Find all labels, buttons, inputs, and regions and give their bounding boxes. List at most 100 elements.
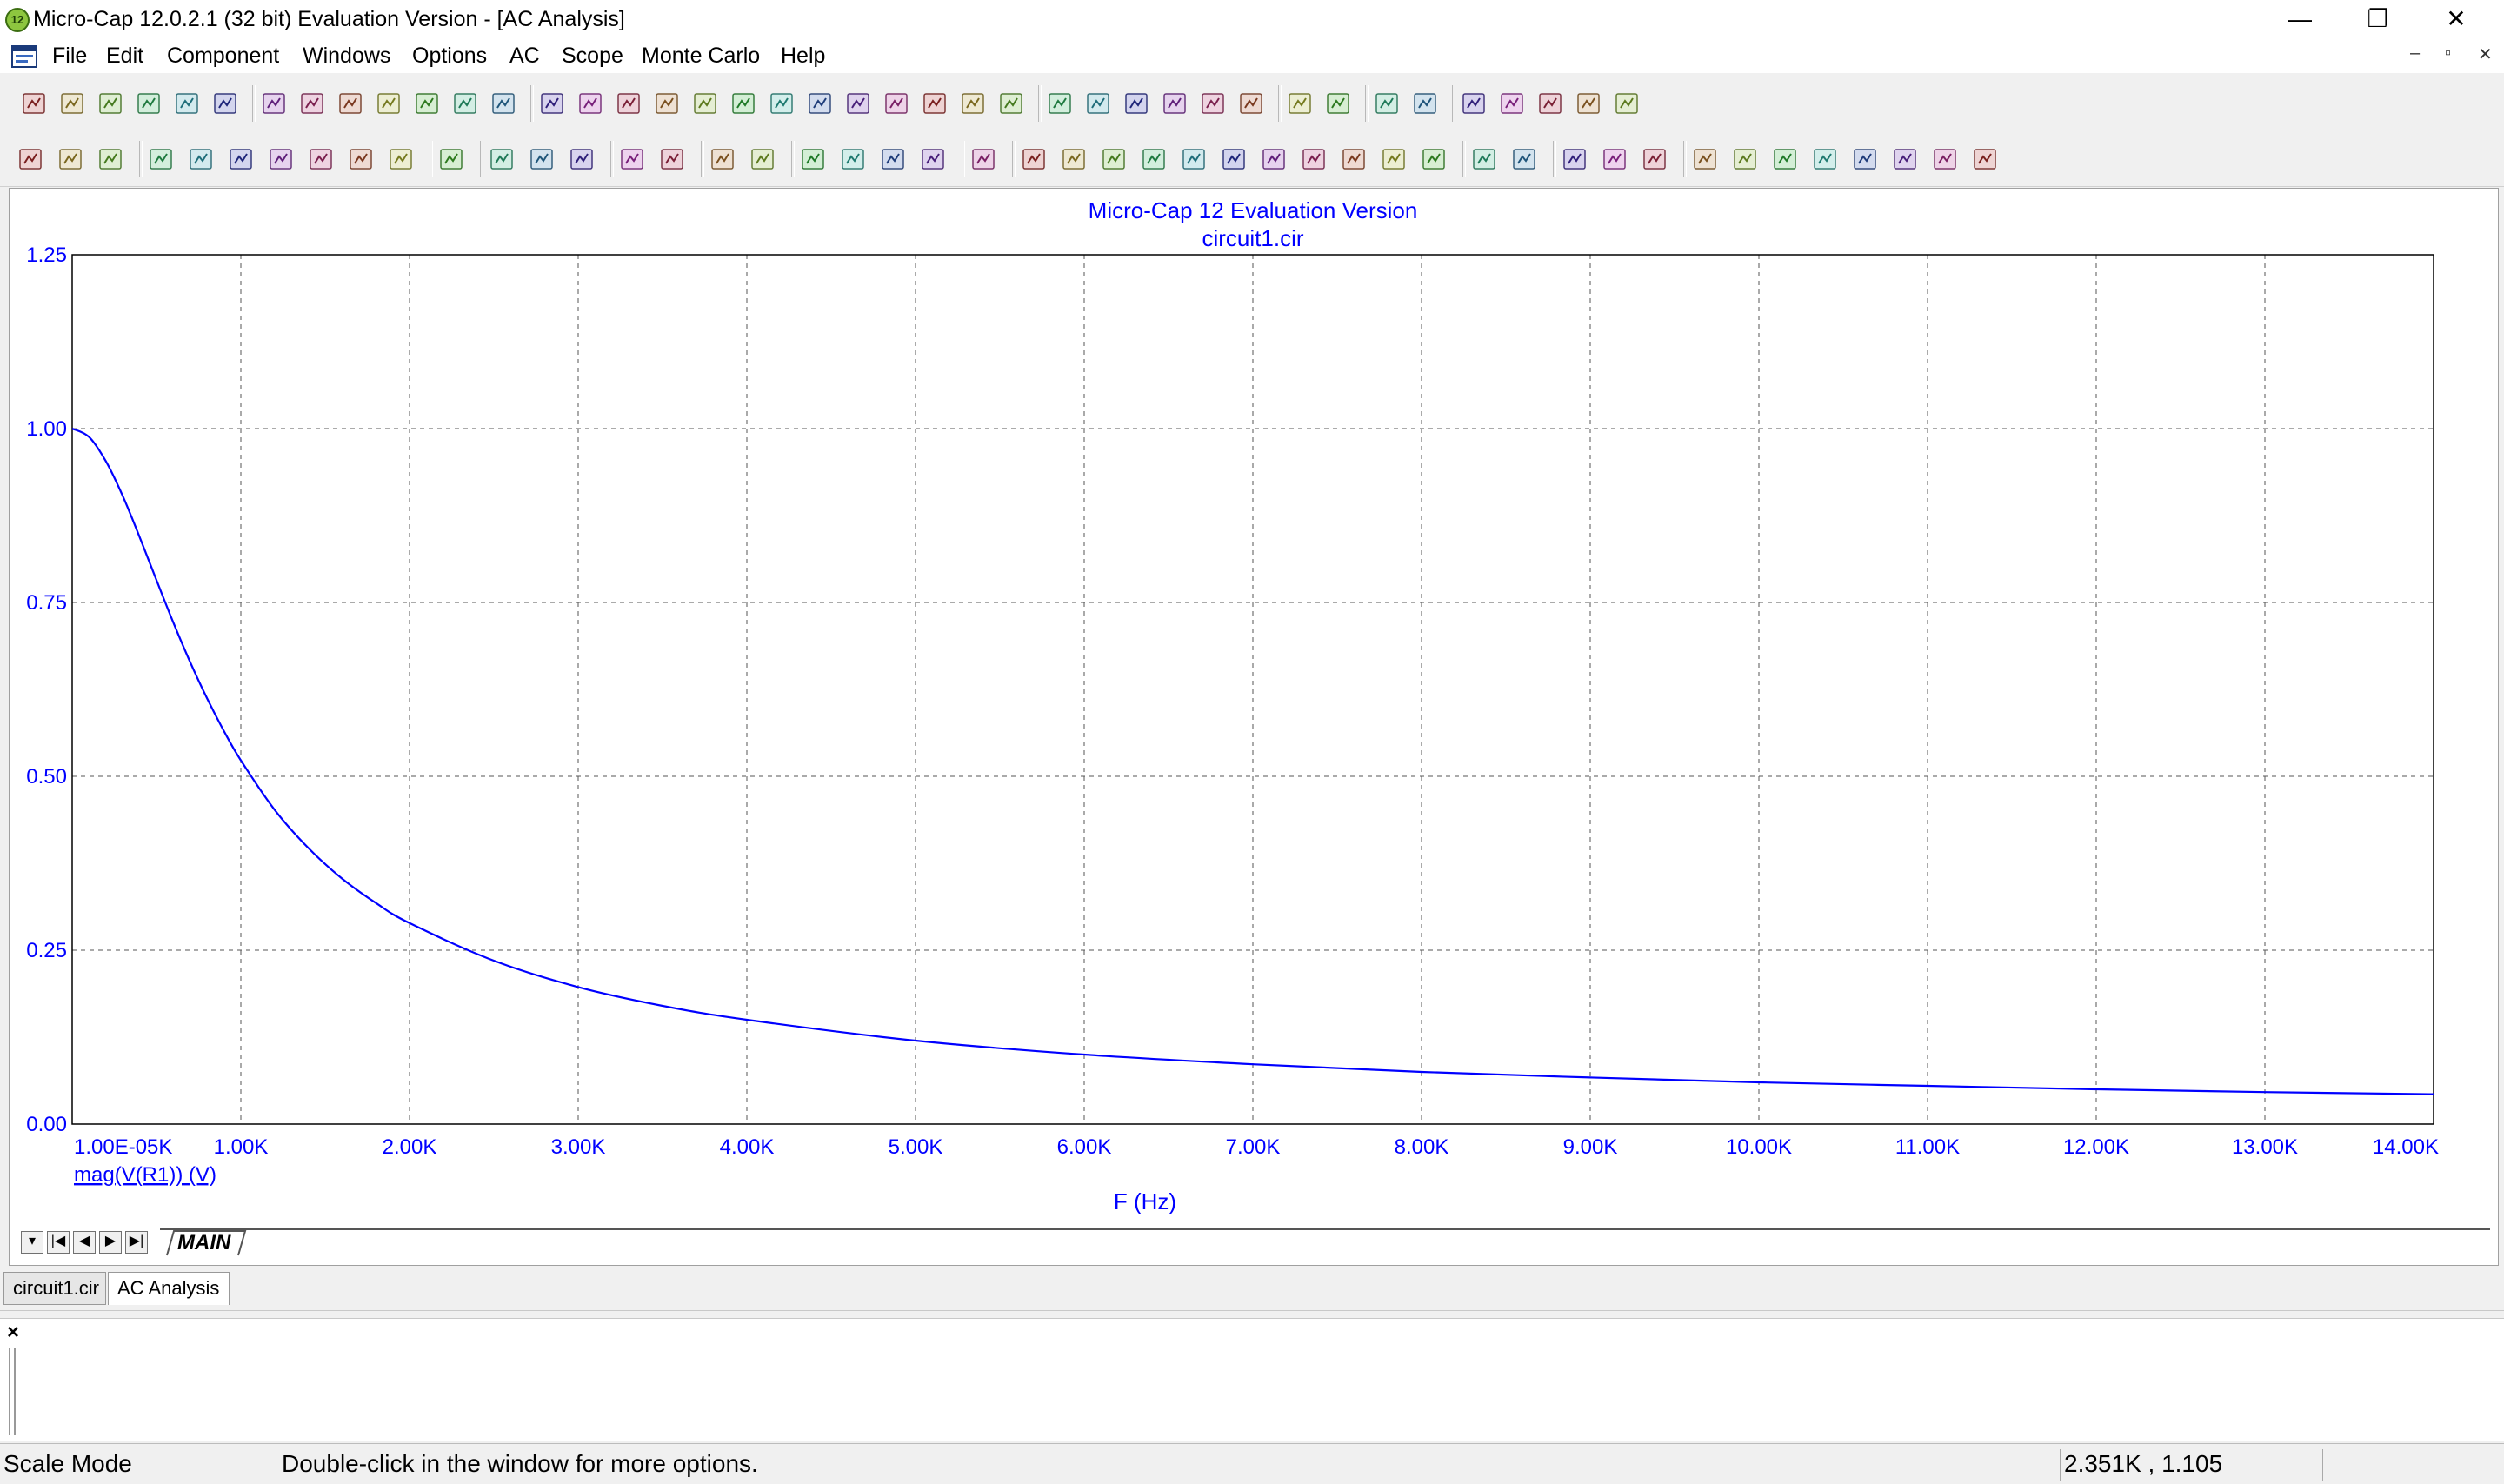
animate-icon[interactable] <box>1614 90 1640 116</box>
font-icon[interactable] <box>1852 146 1878 172</box>
graph-tool-icon[interactable] <box>619 146 645 172</box>
macro-icon[interactable] <box>845 90 871 116</box>
minor-grid-icon[interactable] <box>749 146 776 172</box>
select-all-icon[interactable] <box>490 90 516 116</box>
document-window-icon[interactable] <box>10 43 38 70</box>
open-icon[interactable] <box>59 90 85 116</box>
text-icon[interactable] <box>388 146 414 172</box>
check-icon[interactable] <box>1499 90 1525 116</box>
stop-icon[interactable] <box>529 146 555 172</box>
pane-grip-handle[interactable] <box>9 1348 16 1435</box>
tile-vertical-icon[interactable] <box>1047 90 1073 116</box>
sheet-first-button[interactable]: |◀ <box>47 1231 70 1254</box>
scale-icon[interactable] <box>97 146 123 172</box>
inductor-icon[interactable] <box>654 90 680 116</box>
pan-hand-icon[interactable] <box>57 146 83 172</box>
mdi-minimize-button[interactable]: – <box>2410 43 2420 63</box>
high-icon[interactable] <box>1141 146 1167 172</box>
run-icon[interactable] <box>489 146 515 172</box>
restore-limits-icon[interactable] <box>228 146 254 172</box>
tools-icon[interactable] <box>1537 90 1563 116</box>
sheet-menu-button[interactable]: ▾ <box>21 1231 43 1254</box>
menu-file[interactable]: File <box>52 43 87 69</box>
numeric-output-icon[interactable] <box>1562 146 1588 172</box>
mdi-close-button[interactable]: ✕ <box>2478 43 2493 65</box>
separate-icon[interactable] <box>970 146 996 172</box>
sheet-prev-button[interactable]: ◀ <box>73 1231 96 1254</box>
overlay-icon[interactable] <box>1602 146 1628 172</box>
transistor-icon[interactable] <box>730 90 756 116</box>
pane-close-icon[interactable]: × <box>7 1321 19 1345</box>
tab-circuit1[interactable]: circuit1.cir <box>3 1272 106 1305</box>
capacitor-icon[interactable] <box>616 90 642 116</box>
menu-component[interactable]: Component <box>167 43 279 69</box>
diode-icon[interactable] <box>692 90 718 116</box>
menu-ac[interactable]: AC <box>509 43 540 69</box>
formula-icon[interactable] <box>348 146 374 172</box>
stack-icon[interactable] <box>840 146 866 172</box>
menu-edit[interactable]: Edit <box>106 43 143 69</box>
redraw-icon[interactable] <box>268 146 294 172</box>
tab-ac-analysis[interactable]: AC Analysis <box>108 1272 230 1305</box>
menu-options[interactable]: Options <box>412 43 487 69</box>
minimize-button[interactable]: — <box>2261 0 2339 40</box>
calculator-icon[interactable] <box>1200 90 1226 116</box>
inflection-icon[interactable] <box>1221 146 1247 172</box>
mosfet-icon[interactable] <box>769 90 795 116</box>
horizontal-tag-icon[interactable] <box>1642 146 1668 172</box>
menu-scope[interactable]: Scope <box>562 43 623 69</box>
menu-windows[interactable]: Windows <box>303 43 390 69</box>
redo-icon[interactable] <box>299 90 325 116</box>
properties-icon[interactable] <box>438 146 464 172</box>
menu-help[interactable]: Help <box>781 43 825 69</box>
zoom-region-icon[interactable] <box>148 146 174 172</box>
shift-icon[interactable] <box>880 146 906 172</box>
global-high-icon[interactable] <box>1261 146 1287 172</box>
ac-analysis-chart[interactable]: Micro-Cap 12 Evaluation Version circuit1… <box>10 189 2498 1223</box>
menu-monte-carlo[interactable]: Monte Carlo <box>642 43 760 69</box>
mdi-restore-button[interactable]: ▫ <box>2445 43 2451 63</box>
bottom-icon[interactable] <box>1421 146 1447 172</box>
sheet-last-button[interactable]: ▶| <box>125 1231 148 1254</box>
valley-icon[interactable] <box>1101 146 1127 172</box>
zoom-in-icon[interactable] <box>1692 146 1718 172</box>
top-icon[interactable] <box>1381 146 1407 172</box>
tag-icon[interactable] <box>659 146 685 172</box>
output-pane[interactable]: × <box>0 1318 2504 1441</box>
plot-icon[interactable] <box>1575 90 1602 116</box>
restore-button[interactable]: ❐ <box>2339 0 2417 40</box>
peak-icon[interactable] <box>1061 146 1087 172</box>
preferences-icon[interactable] <box>1471 146 1497 172</box>
grid-icon[interactable] <box>709 146 736 172</box>
cut-icon[interactable] <box>337 90 363 116</box>
add-curve-icon[interactable] <box>308 146 334 172</box>
tile-icon[interactable] <box>1812 146 1838 172</box>
revert-icon[interactable] <box>136 90 162 116</box>
package-editor-icon[interactable] <box>1461 90 1487 116</box>
app-icon[interactable]: 12 <box>5 8 30 32</box>
shape-library-icon[interactable] <box>1374 90 1400 116</box>
ground-icon[interactable] <box>539 90 565 116</box>
select-arrow-icon[interactable] <box>17 146 43 172</box>
component-editor-icon[interactable] <box>1287 90 1313 116</box>
sheet-next-button[interactable]: ▶ <box>99 1231 122 1254</box>
undo-icon[interactable] <box>261 90 287 116</box>
voltage-source-icon[interactable] <box>960 90 986 116</box>
print-icon[interactable] <box>212 90 238 116</box>
paste-icon[interactable] <box>414 90 440 116</box>
zoom-fit-icon[interactable] <box>1772 146 1798 172</box>
same-y-scales-icon[interactable] <box>800 146 826 172</box>
send-back-icon[interactable] <box>1972 146 1998 172</box>
component-panel-icon[interactable] <box>1238 90 1264 116</box>
model-icon[interactable] <box>1412 90 1438 116</box>
auto-scale-icon[interactable] <box>188 146 214 172</box>
globe-icon[interactable] <box>1325 90 1351 116</box>
slope-icon[interactable] <box>1341 146 1367 172</box>
low-icon[interactable] <box>1181 146 1207 172</box>
sheet-tab-main[interactable]: MAIN <box>177 1231 230 1255</box>
global-low-icon[interactable] <box>1301 146 1327 172</box>
arrange-icon[interactable] <box>1123 90 1149 116</box>
save-icon[interactable] <box>97 90 123 116</box>
print-preview-icon[interactable] <box>174 90 200 116</box>
series-legend-label[interactable]: mag(V(R1)) (V) <box>74 1163 216 1187</box>
